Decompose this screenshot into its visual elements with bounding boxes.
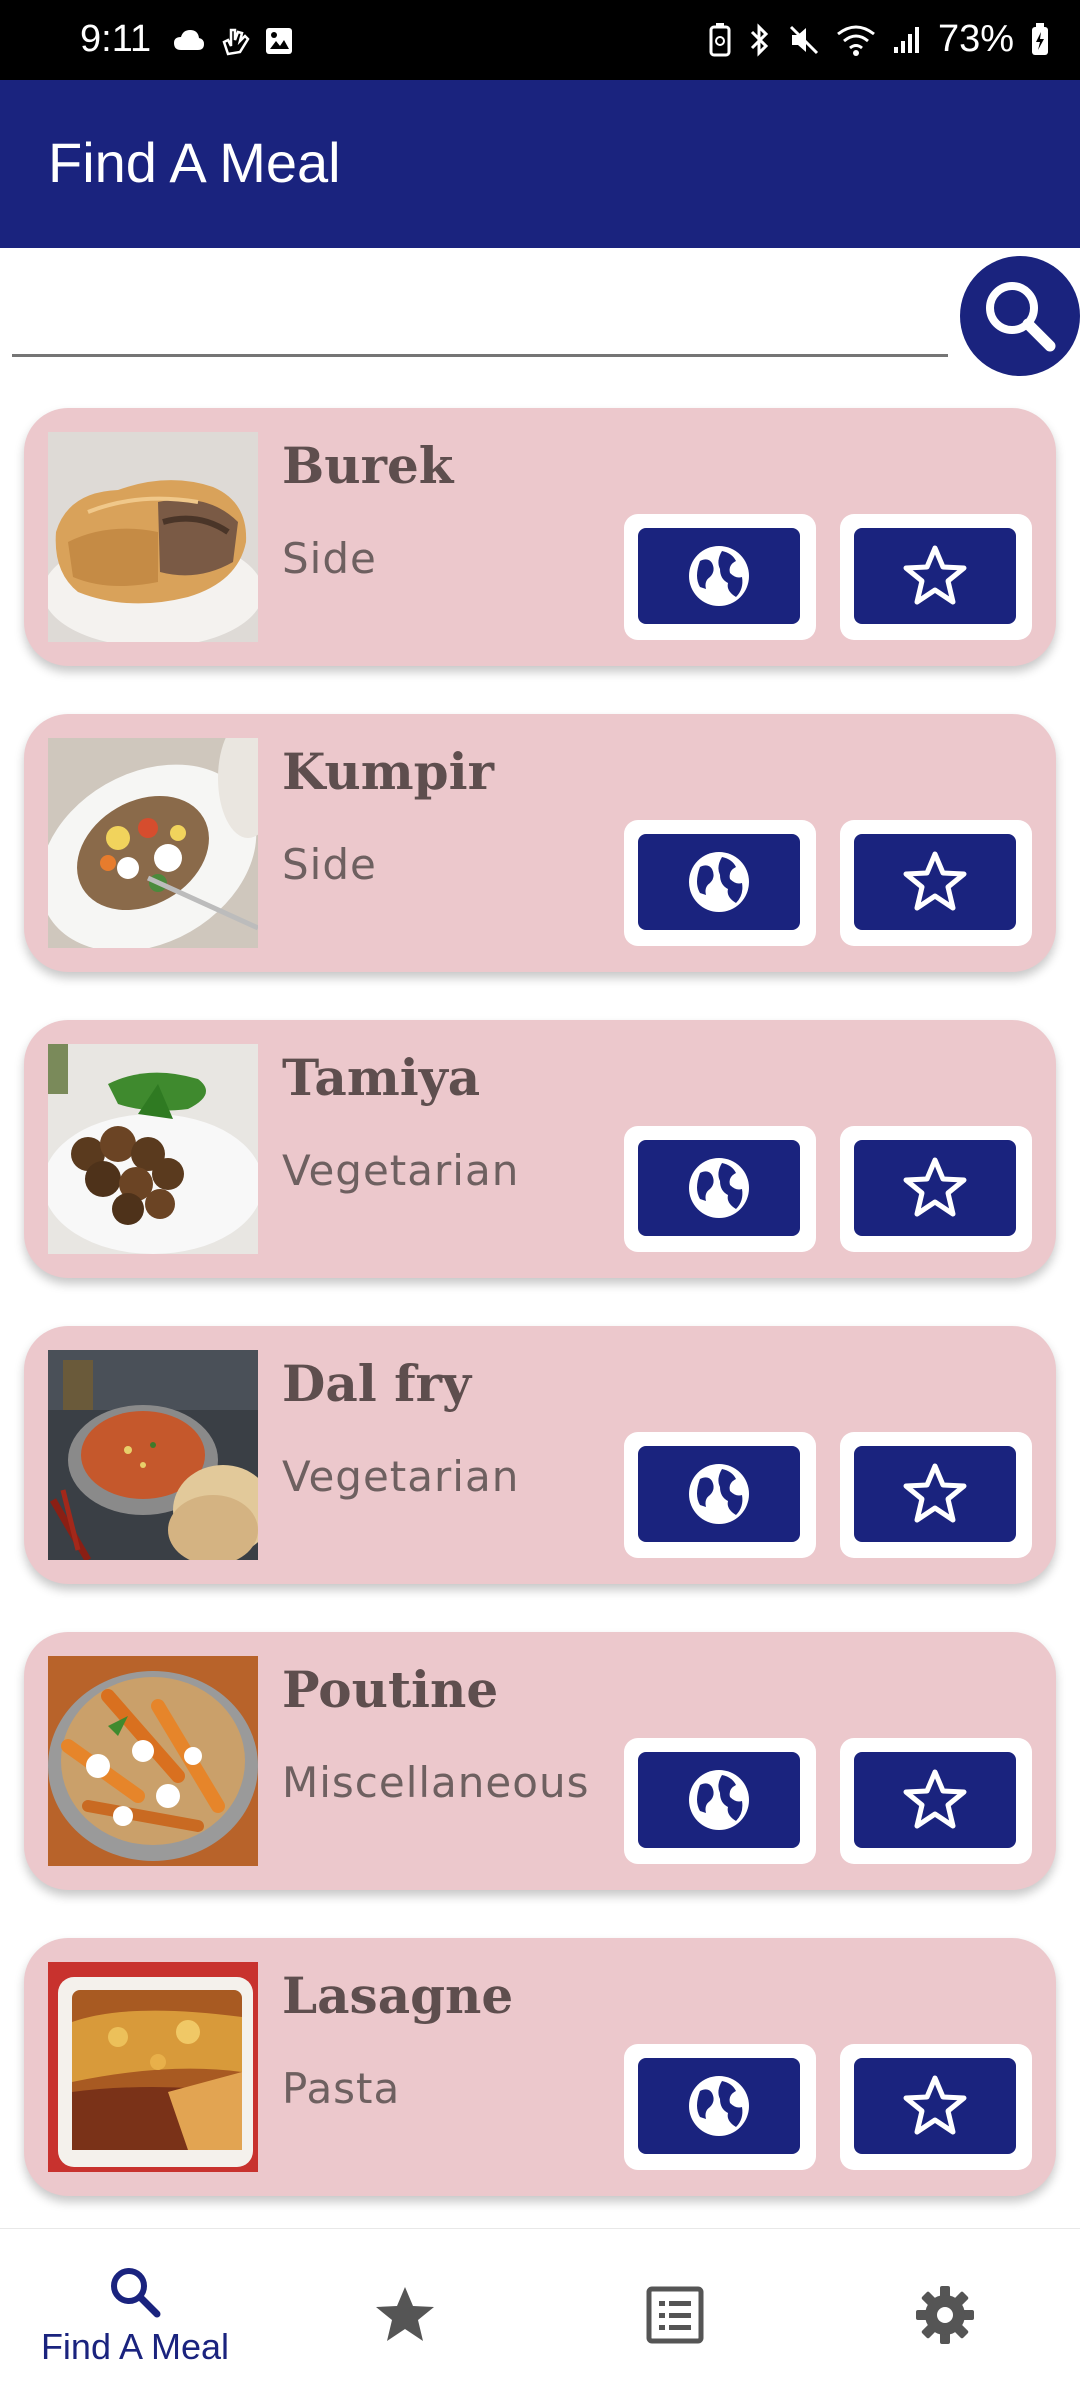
web-button[interactable] <box>624 1738 816 1864</box>
battery-percent: 73% <box>937 18 1014 60</box>
globe-icon <box>689 546 749 606</box>
web-button[interactable] <box>624 820 816 946</box>
cloud-icon <box>174 30 204 50</box>
bottom-navigation: Find A Meal <box>0 2228 1080 2400</box>
favorite-button-face[interactable] <box>854 2058 1016 2154</box>
meal-name: Burek <box>282 436 454 495</box>
status-left-icons <box>172 26 294 56</box>
signal-icon <box>893 26 919 53</box>
web-button-face[interactable] <box>638 528 800 624</box>
star-outline-icon <box>903 1463 967 1523</box>
search-icon <box>986 282 1056 352</box>
nav-item-favorites[interactable] <box>270 2229 540 2400</box>
gear-icon <box>916 2286 974 2344</box>
meal-category: Pasta <box>282 2064 401 2113</box>
bluetooth-icon <box>750 22 769 57</box>
favorite-button-face[interactable] <box>854 834 1016 930</box>
globe-icon <box>689 1464 749 1524</box>
app-bar: Find A Meal <box>0 80 1080 248</box>
star-icon <box>376 2287 434 2341</box>
search-input[interactable] <box>12 270 948 350</box>
meal-card[interactable]: Poutine Miscellaneous <box>24 1632 1056 1890</box>
web-button[interactable] <box>624 1432 816 1558</box>
favorite-button[interactable] <box>840 514 1032 640</box>
status-time: 9:11 <box>80 18 152 60</box>
list-icon <box>646 2286 704 2344</box>
status-right-icons: 73% <box>708 18 1050 61</box>
web-button-face[interactable] <box>638 1140 800 1236</box>
meal-category: Miscellaneous <box>282 1758 590 1807</box>
web-button-face[interactable] <box>638 1752 800 1848</box>
star-outline-icon <box>903 851 967 911</box>
globe-icon <box>689 2076 749 2136</box>
web-button[interactable] <box>624 514 816 640</box>
meal-card[interactable]: Lasagne Pasta <box>24 1938 1056 2196</box>
meal-card[interactable]: Tamiya Vegetarian <box>24 1020 1056 1278</box>
favorite-button[interactable] <box>840 1126 1032 1252</box>
meal-name: Poutine <box>282 1660 499 1719</box>
favorite-button[interactable] <box>840 1738 1032 1864</box>
wifi-icon <box>837 25 875 56</box>
mute-icon <box>789 25 818 54</box>
meal-category: Vegetarian <box>282 1452 520 1501</box>
image-icon <box>266 28 292 54</box>
nav-label-find-a-meal: Find A Meal <box>40 2326 230 2367</box>
meal-card[interactable]: Burek Side <box>24 408 1056 666</box>
web-button[interactable] <box>624 2044 816 2170</box>
favorite-button-face[interactable] <box>854 528 1016 624</box>
star-outline-icon <box>903 1157 967 1217</box>
meal-card[interactable]: Dal fry Vegetarian <box>24 1326 1056 1584</box>
page-title: Find A Meal <box>48 131 341 194</box>
globe-icon <box>689 1158 749 1218</box>
meal-thumbnail <box>48 738 258 948</box>
meal-name: Dal fry <box>282 1354 472 1413</box>
meal-thumbnail <box>48 1962 258 2172</box>
gesture-icon <box>222 28 250 56</box>
meal-thumbnail <box>48 432 258 642</box>
web-button-face[interactable] <box>638 2058 800 2154</box>
favorite-button[interactable] <box>840 820 1032 946</box>
favorite-button-face[interactable] <box>854 1446 1016 1542</box>
meal-category: Vegetarian <box>282 1146 520 1195</box>
status-bar: 9:11 73% <box>0 0 1080 80</box>
nav-item-list[interactable] <box>540 2229 810 2400</box>
web-button[interactable] <box>624 1126 816 1252</box>
web-button-face[interactable] <box>638 1446 800 1542</box>
meal-thumbnail <box>48 1656 258 1866</box>
meal-name: Lasagne <box>282 1966 514 2025</box>
search-underline <box>12 354 948 357</box>
nav-item-settings[interactable] <box>810 2229 1080 2400</box>
globe-icon <box>689 1770 749 1830</box>
meal-category: Side <box>282 534 377 583</box>
star-outline-icon <box>903 545 967 605</box>
search-button[interactable] <box>960 256 1080 376</box>
favorite-button-face[interactable] <box>854 1140 1016 1236</box>
favorite-button[interactable] <box>840 1432 1032 1558</box>
star-outline-icon <box>903 2075 967 2135</box>
nav-item-find-a-meal[interactable]: Find A Meal <box>0 2229 270 2400</box>
favorite-button[interactable] <box>840 2044 1032 2170</box>
meal-category: Side <box>282 840 377 889</box>
meal-name: Tamiya <box>282 1048 481 1107</box>
meal-thumbnail <box>48 1350 258 1560</box>
meal-name: Kumpir <box>282 742 494 801</box>
globe-icon <box>689 852 749 912</box>
meal-card[interactable]: Kumpir Side <box>24 714 1056 972</box>
meal-thumbnail <box>48 1044 258 1254</box>
favorite-button-face[interactable] <box>854 1752 1016 1848</box>
battery-icon <box>1032 22 1048 55</box>
web-button-face[interactable] <box>638 834 800 930</box>
search-icon <box>111 2268 161 2318</box>
star-outline-icon <box>903 1769 967 1829</box>
recycle-battery-icon <box>709 22 731 56</box>
